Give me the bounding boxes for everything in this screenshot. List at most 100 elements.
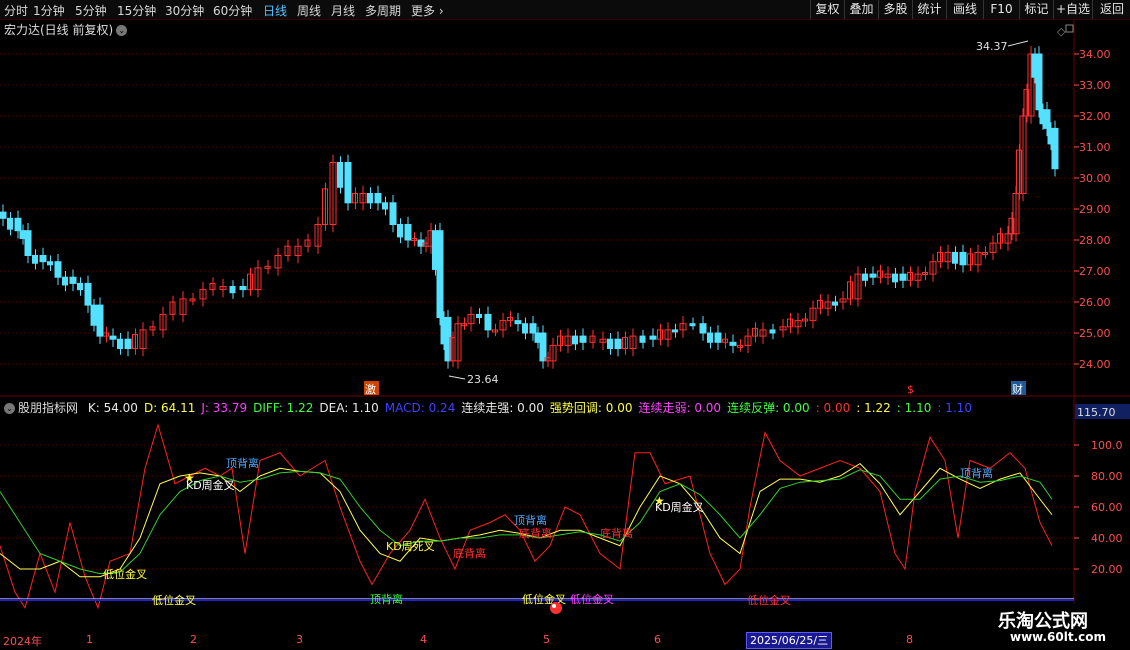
candle-down (436, 230, 444, 318)
indicator-name[interactable]: 股朋指标网 (18, 401, 78, 415)
candle-down (19, 230, 26, 239)
candle-down (239, 286, 247, 291)
signal-ball-highlight (552, 604, 556, 608)
candle-down (484, 313, 492, 331)
indicator-axis: 100.0 80.00 60.00 40.00 20.00 (1074, 439, 1123, 576)
high-price-label: 34.37 (976, 40, 1008, 53)
candle-down (707, 332, 713, 343)
candle-down (77, 282, 83, 291)
indicator-axis-top: 115.70 (1077, 406, 1116, 419)
candle-down (952, 251, 958, 264)
indicator-value: 连续走强: 0.00 (461, 401, 544, 415)
candle-down (514, 320, 522, 325)
price-tick: 25.00 (1079, 327, 1111, 340)
chevron-down-icon[interactable]: ⌄ (4, 403, 15, 414)
candle-down (699, 323, 707, 334)
candle-down (522, 323, 528, 334)
candle-down (117, 338, 123, 350)
price-tick: 24.00 (1079, 358, 1111, 371)
price-tick: 34.00 (1079, 48, 1111, 61)
main-gridlines (0, 53, 1074, 365)
date-label: 5 (543, 633, 550, 646)
indicator-tick: 100.0 (1091, 439, 1123, 452)
candle-down (639, 335, 646, 343)
candle-down (1035, 53, 1043, 111)
candle-down (899, 273, 907, 281)
price-tick: 29.00 (1079, 203, 1111, 216)
candle-down (689, 323, 696, 327)
price-tick: 30.00 (1079, 172, 1111, 185)
candle-down (24, 230, 32, 256)
diamond-icon[interactable]: ◇ (1057, 25, 1066, 38)
low-price-label: 23.64 (467, 373, 499, 386)
candle-down (389, 202, 397, 226)
candle-down (579, 335, 587, 343)
date-label: 1 (86, 633, 93, 646)
candle-down (124, 338, 132, 350)
candle-down (69, 276, 77, 284)
indicator-tick: 40.00 (1091, 532, 1123, 545)
restore-icon[interactable] (1065, 24, 1074, 33)
candle-down (729, 341, 737, 346)
annotation-bottom-divergence: 底背离 (600, 526, 633, 540)
indicator-value: J: 33.79 (201, 401, 248, 415)
candle-down (714, 332, 722, 343)
candle-down (382, 202, 388, 210)
indicator-value: MACD: 0.24 (384, 401, 456, 415)
candle-down (47, 261, 53, 266)
indicator-value: : 1.10 (896, 401, 932, 415)
candle-down (959, 251, 967, 266)
star-icon: ★ (184, 471, 195, 485)
price-tick: 26.00 (1079, 296, 1111, 309)
price-tick: 27.00 (1079, 265, 1111, 278)
candle-down (539, 332, 547, 362)
candle-down (892, 273, 898, 283)
candle-down (1043, 109, 1051, 129)
candle-down (832, 301, 838, 306)
date-label: 2024年 (3, 635, 42, 648)
candle-down (614, 338, 622, 350)
site-watermark: 乐淘公式网 www.60lt.com (982, 603, 1130, 650)
indicator-values: K: 54.00 D: 64.11 J: 33.79 DIFF: 1.22 DEA: 1… (88, 401, 978, 415)
candle-down (397, 224, 403, 238)
low-arrow-icon (448, 375, 466, 380)
candle-down (374, 193, 382, 204)
indicator-tick: 60.00 (1091, 501, 1123, 514)
annotation-bottom-divergence: 底背离 (453, 546, 486, 560)
annotation-low-golden: 低位金叉 (570, 592, 614, 606)
candle-down (862, 273, 868, 281)
indicator-tick: 20.00 (1091, 563, 1123, 576)
price-tick: 32.00 (1079, 110, 1111, 123)
indicator-value: D: 64.11 (143, 401, 196, 415)
candle-down (14, 217, 22, 232)
indicator-value: K: 54.00 (87, 401, 138, 415)
candle-down (229, 286, 236, 294)
candle-down (649, 335, 657, 340)
candle-down (344, 162, 352, 204)
indicator-value: DEA: 1.10 (319, 401, 379, 415)
indicator-value: 强势回调: 0.00 (549, 401, 633, 415)
indicator-value: DIFF: 1.22 (253, 401, 314, 415)
candle-down (534, 332, 541, 343)
annotation-kd-dead: KD周死叉 (386, 540, 435, 553)
candle-down (529, 323, 537, 334)
event-marker-incentive-text: 激 (365, 382, 376, 396)
star-icon: ★ (654, 494, 665, 508)
candle-down (769, 329, 776, 334)
date-label: 4 (420, 633, 427, 646)
annotation-top-divergence: 顶背离 (370, 592, 403, 606)
indicator-value: : 1.10 (937, 401, 972, 415)
candle-down (0, 211, 7, 219)
candle-down (90, 304, 97, 326)
event-marker-dollar[interactable]: $ (907, 383, 914, 396)
date-label: 8 (906, 633, 913, 646)
candle-down (39, 255, 47, 263)
event-marker-finance-text: 财 (1012, 382, 1023, 396)
date-label: 3 (296, 633, 303, 646)
candle-down (367, 193, 373, 204)
candle-down (54, 261, 62, 278)
indicator-value: : 1.22 (856, 401, 891, 415)
annotation-bottom-divergence: 底背离 (519, 526, 552, 540)
annotation-top-divergence: 顶背离 (226, 456, 259, 470)
candle-down (607, 338, 613, 350)
